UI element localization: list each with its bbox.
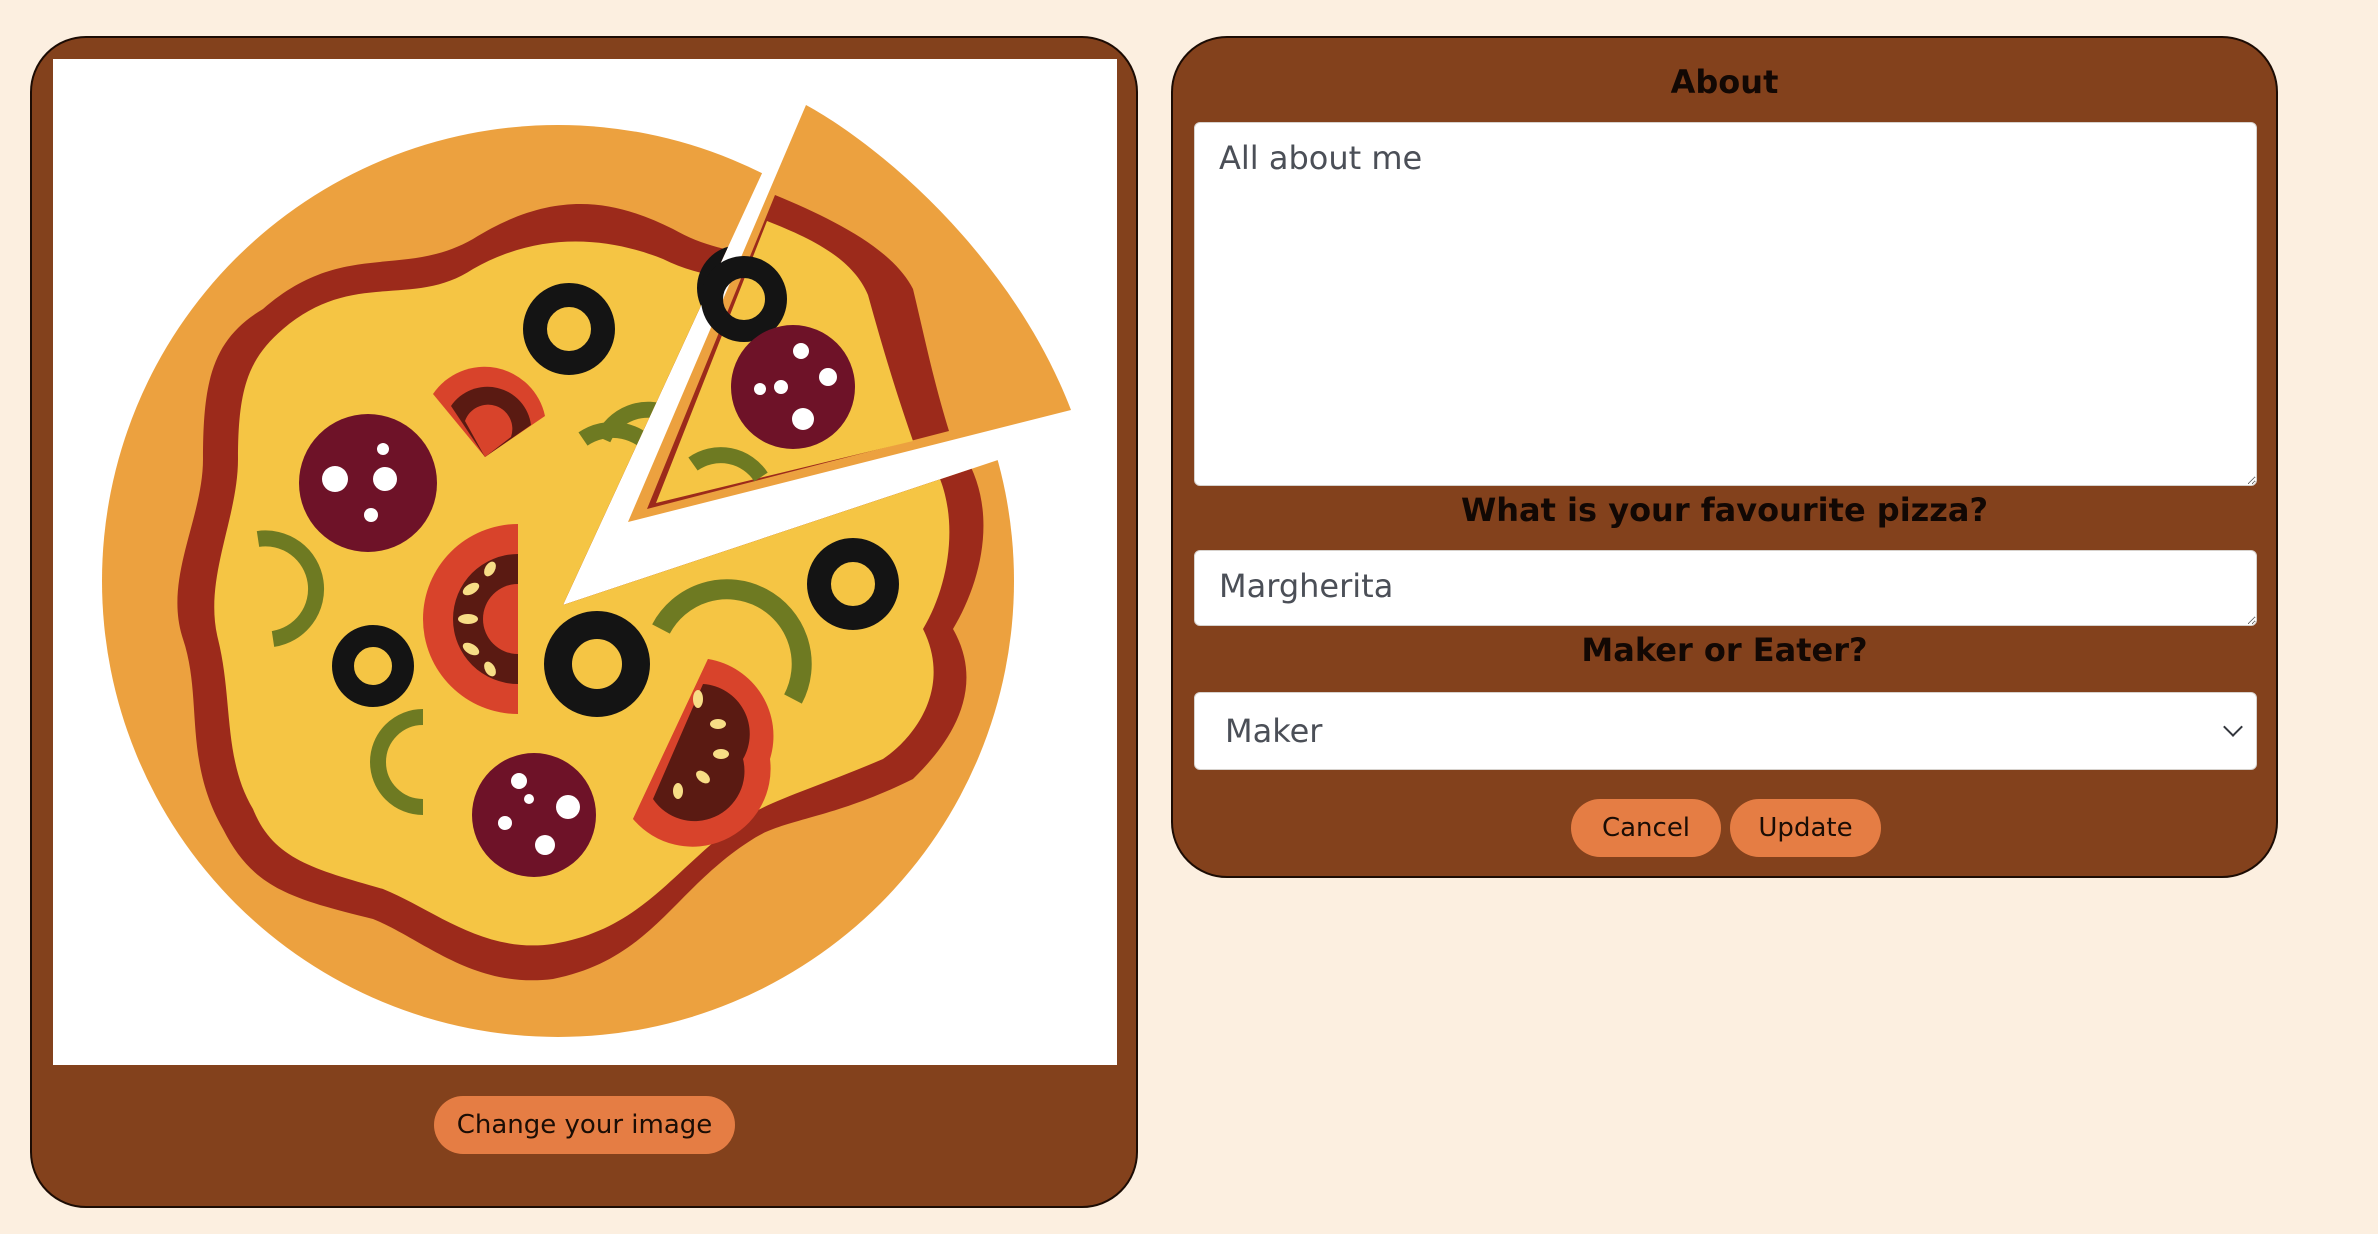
pizza-illustration — [102, 105, 1071, 1037]
profile-image-card: Change your image — [30, 36, 1138, 1208]
about-heading: About — [1670, 63, 1779, 101]
cancel-button[interactable]: Cancel — [1571, 799, 1721, 857]
profile-form-card: About All about me What is your favourit… — [1171, 36, 2278, 878]
chevron-down-icon — [2223, 717, 2243, 737]
update-button[interactable]: Update — [1730, 799, 1881, 857]
change-image-button[interactable]: Change your image — [434, 1096, 735, 1154]
pizza-image — [53, 59, 1117, 1065]
about-textarea[interactable]: All about me — [1194, 122, 2257, 486]
maker-or-eater-selected-value: Maker — [1225, 712, 1323, 750]
maker-or-eater-select[interactable]: Maker — [1194, 692, 2257, 770]
maker-or-eater-heading: Maker or Eater? — [1581, 631, 1868, 669]
favourite-pizza-textarea[interactable]: Margherita — [1194, 550, 2257, 626]
favourite-pizza-heading: What is your favourite pizza? — [1460, 491, 1989, 529]
